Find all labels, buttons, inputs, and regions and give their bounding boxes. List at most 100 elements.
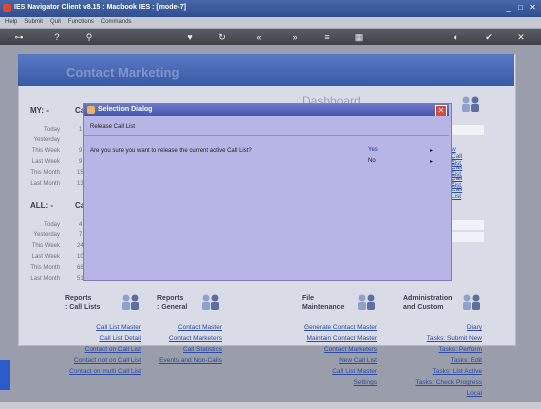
links-column-1: Call List Master Call List Detail Contac… (60, 324, 141, 379)
dashboard-link[interactable]: e Call List (451, 179, 462, 200)
menu-functions[interactable]: Functions (68, 17, 94, 28)
dialog-question: Are you sure you want to release the cur… (90, 148, 252, 154)
help-icon[interactable]: ? (52, 31, 62, 43)
dashboard-box (448, 220, 484, 230)
link-call-statistics[interactable]: Call Statistics (150, 346, 222, 357)
dialog-icon (87, 106, 95, 114)
page-header: Contact Marketing (18, 54, 514, 86)
back-icon[interactable]: ◐ (451, 31, 461, 43)
all-label: ALL: - (30, 201, 54, 210)
dialog-divider (84, 135, 449, 136)
link-tasks-edit[interactable]: Tasks: Edit (400, 357, 482, 368)
status-bar (0, 402, 541, 409)
grid-icon[interactable]: ▦ (354, 31, 364, 43)
link-tasks-perform[interactable]: Tasks: Perform (400, 346, 482, 357)
link-maintain-contact-master[interactable]: Maintain Contact Master (290, 335, 377, 346)
all-row-label: This Month (30, 265, 60, 271)
option-yes[interactable]: Yes (368, 147, 378, 153)
key-icon[interactable]: ⊶ (8, 31, 30, 43)
all-row-value: 4 (79, 222, 83, 228)
maximize-icon[interactable]: □ (516, 3, 525, 13)
category-administration: Administration and Custom (403, 294, 452, 312)
category-reports-call-lists: Reports : Call Lists (65, 294, 100, 312)
my-row-label: This Week (31, 148, 60, 154)
link-contact-on-multi-call-list[interactable]: Contact on multi Call List (60, 368, 141, 379)
forward-icon[interactable]: » (289, 31, 301, 43)
cancel-icon[interactable]: ✕ (516, 31, 526, 43)
dialog-subtitle: Release Call List (90, 124, 136, 130)
link-new-call-list[interactable]: New Call List (290, 357, 377, 368)
link-events-non-calls[interactable]: Events and Non-Calls (150, 357, 222, 368)
all-row-label: Last Month (30, 276, 60, 282)
link-settings[interactable]: Settings (290, 379, 378, 390)
minimize-icon[interactable]: _ (504, 3, 513, 13)
my-row-value: 1 (79, 127, 83, 133)
category-title: Administration (403, 295, 453, 302)
my-row-label: Last Week (31, 159, 60, 165)
category-file-maintenance: File Maintenance (302, 294, 344, 312)
category-title: File (302, 295, 315, 302)
link-contact-not-on-call-list[interactable]: Contact not on Call List (60, 357, 141, 368)
dashboard-box (448, 232, 484, 242)
people-icon (356, 293, 378, 311)
category-subtitle: : General (157, 304, 188, 311)
my-row-value: 9 (79, 159, 83, 165)
link-call-list-master[interactable]: Call List Master (290, 368, 377, 379)
menu-quit[interactable]: Quit (50, 17, 61, 28)
link-contact-marketers[interactable]: Contact Marketers (290, 346, 377, 357)
my-row-label: This Month (30, 170, 60, 176)
category-title: Reports (65, 295, 92, 302)
category-subtitle: : Call Lists (65, 304, 101, 311)
category-subtitle: and Custom (403, 304, 444, 311)
category-subtitle: Maintenance (302, 304, 345, 311)
link-call-list-detail[interactable]: Call List Detail (60, 335, 141, 346)
all-row-label: This Week (31, 243, 60, 249)
link-tasks-submit-new[interactable]: Tasks: Submit New (400, 335, 482, 346)
link-diary[interactable]: Diary (400, 324, 482, 335)
all-row-label: Today (43, 222, 60, 228)
title-bar: IES Navigator Client v8.15 : Macbook IES… (0, 0, 541, 17)
arrow-right-icon: ▸ (430, 159, 434, 165)
heart-icon[interactable]: ♥ (185, 31, 195, 43)
menu-help[interactable]: Help (5, 17, 17, 28)
my-row-label: Today (43, 127, 60, 133)
app-icon (3, 4, 11, 12)
menu-bar: Help Submit Quit Functions Commands (0, 17, 541, 29)
search-icon[interactable]: ⚲ (84, 31, 94, 43)
link-contact-on-call-list[interactable]: Contact on Call List (60, 346, 141, 357)
link-contact-marketers[interactable]: Contact Marketers (150, 335, 222, 346)
link-tasks-check-progress[interactable]: Tasks: Check Progress (400, 379, 482, 390)
list-icon[interactable]: ≡ (322, 31, 332, 43)
my-row-label: Yesterday (33, 137, 60, 143)
dashboard-box (448, 125, 484, 135)
link-local[interactable]: Local (400, 390, 482, 401)
all-row-value: 7 (79, 232, 83, 238)
refresh-icon[interactable]: ↻ (217, 31, 227, 43)
link-generate-contact-master[interactable]: Generate Contact Master (290, 324, 377, 335)
option-no[interactable]: No (368, 158, 376, 164)
category-title: Reports (157, 295, 184, 302)
links-column-2: Contact Master Contact Marketers Call St… (150, 324, 222, 368)
links-column-3: Generate Contact Master Maintain Contact… (290, 324, 377, 390)
check-icon[interactable]: ✔ (484, 31, 494, 43)
all-row-label: Yesterday (33, 232, 60, 238)
dialog-title: Selection Dialog (98, 106, 153, 113)
side-tab[interactable] (0, 360, 10, 390)
dialog-title-bar: Selection Dialog ✕ (84, 104, 449, 117)
toolbar: ⊶ ? ⚲ ♥ ↻ « » ≡ ▦ ◐ ✔ ✕ (0, 29, 541, 45)
link-call-list-master[interactable]: Call List Master (60, 324, 141, 335)
my-row-label: Last Month (30, 181, 60, 187)
menu-commands[interactable]: Commands (101, 17, 132, 28)
my-label: MY: - (30, 106, 49, 115)
link-contact-master[interactable]: Contact Master (150, 324, 222, 335)
category-reports-general: Reports : General (157, 294, 187, 312)
people-icon (460, 95, 482, 113)
rewind-icon[interactable]: « (253, 31, 265, 43)
link-tasks-list-active[interactable]: Tasks: List Active (400, 368, 483, 379)
window-title: IES Navigator Client v8.15 : Macbook IES… (14, 4, 186, 11)
people-icon (461, 293, 483, 311)
menu-submit[interactable]: Submit (24, 17, 43, 28)
page-title: Contact Marketing (66, 65, 180, 80)
close-icon[interactable]: ✕ (528, 3, 537, 13)
links-column-4: Diary Tasks: Submit New Tasks: Perform T… (400, 324, 482, 401)
